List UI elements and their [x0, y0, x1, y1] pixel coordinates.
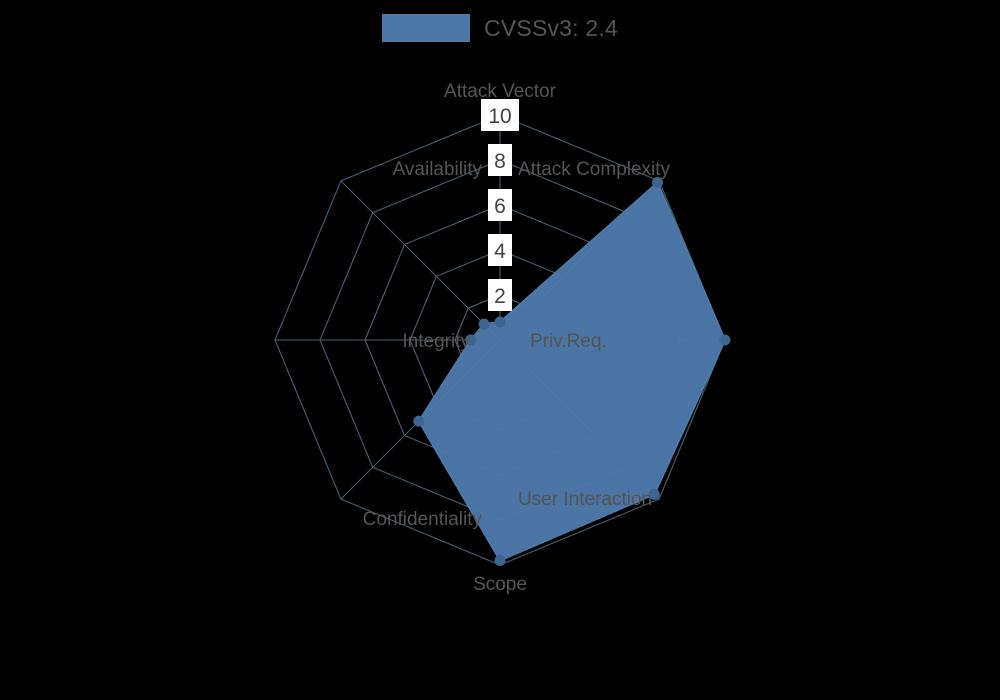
series-data-point — [494, 316, 506, 328]
radar-tick-label-10: 10 — [488, 105, 511, 128]
radar-axis-label-availability: Availability — [393, 159, 483, 180]
radar-plot: Attack Vector Attack Complexity Priv.Req. U… — [274, 81, 731, 595]
series-data-point — [494, 555, 506, 566]
radar-chart-figure: CVSSv3: 2.4 Attack Vector Attack Complexi… — [0, 0, 1000, 700]
radar-tick-label-8: 8 — [494, 150, 506, 173]
radar-axis-label-confidentiality: Confidentiality — [363, 509, 483, 530]
series-data-point — [413, 415, 425, 427]
radar-tick-label-4: 4 — [494, 240, 506, 263]
radar-tick-labels: 2 4 6 8 10 — [481, 99, 519, 311]
radar-axis-label-user-interaction: User Interaction — [518, 489, 652, 510]
radar-axis-label-scope: Scope — [473, 574, 527, 595]
series-data-point — [478, 318, 490, 330]
radar-tick-label-6: 6 — [494, 195, 506, 218]
series-data-point — [719, 334, 731, 346]
radar-axis-label-priv-req: Priv.Req. — [530, 331, 607, 352]
radar-tick-label-2: 2 — [494, 285, 506, 308]
radar-axis-label-attack-complexity: Attack Complexity — [518, 159, 671, 180]
radar-axis-label-attack-vector: Attack Vector — [444, 81, 557, 102]
radar-axis-label-integrity: Integrity — [402, 331, 470, 352]
